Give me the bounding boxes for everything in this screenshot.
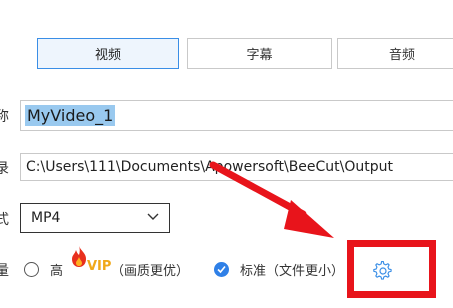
annotation-highlight-box [347,240,436,298]
